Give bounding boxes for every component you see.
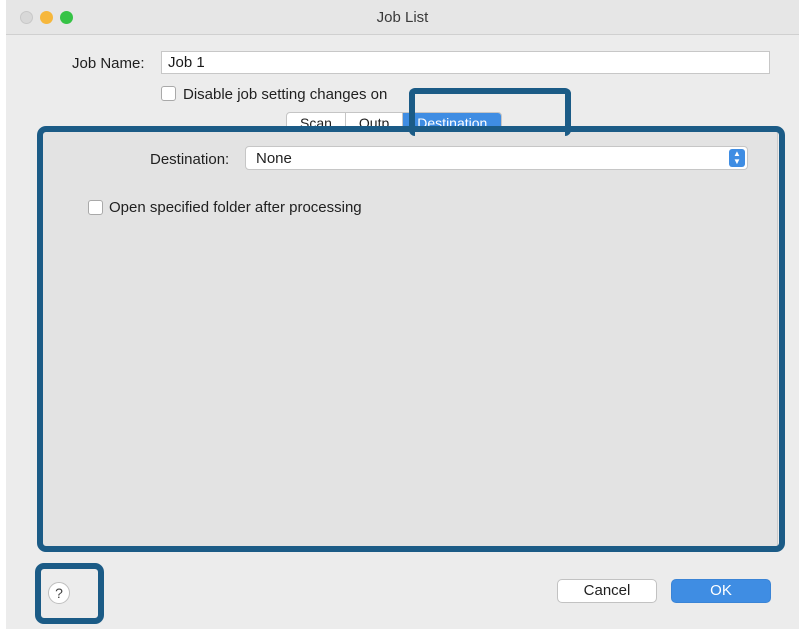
disable-job-setting-checkbox[interactable] [161, 86, 176, 101]
select-stepper-icon: ▲ ▼ [729, 149, 745, 167]
job-name-input[interactable] [161, 51, 770, 74]
title-bar: Job List [6, 0, 799, 35]
cancel-button[interactable]: Cancel [557, 579, 657, 603]
open-folder-label: Open specified folder after processing [109, 199, 362, 216]
job-list-window: Job List Job Name: Disable job setting c… [6, 0, 799, 629]
destination-panel [42, 130, 778, 548]
annotation-mask [415, 96, 565, 112]
job-name-label: Job Name: [72, 55, 145, 72]
destination-select[interactable]: None ▲ ▼ [245, 146, 748, 170]
disable-job-setting-label: Disable job setting changes on [183, 86, 388, 103]
destination-label: Destination: [150, 151, 230, 168]
help-button[interactable]: ? [48, 582, 70, 604]
ok-button[interactable]: OK [671, 579, 771, 603]
destination-selected-value: None [256, 150, 292, 167]
open-folder-checkbox[interactable] [88, 200, 103, 215]
window-title: Job List [376, 9, 429, 26]
